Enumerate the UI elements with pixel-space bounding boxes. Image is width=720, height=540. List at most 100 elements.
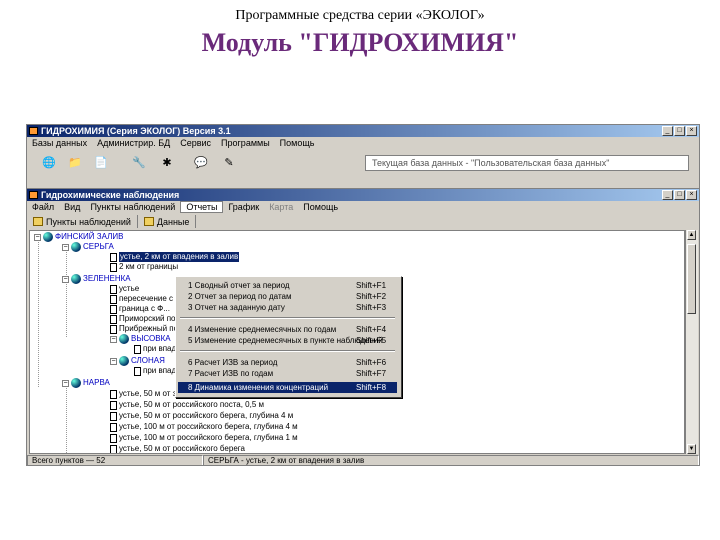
- data-icon: [143, 217, 154, 226]
- tree-leaf[interactable]: устье, 100 м от российского берега, глуб…: [110, 433, 298, 443]
- minimize-icon[interactable]: _: [662, 126, 673, 136]
- app-icon: [29, 127, 38, 135]
- globe-icon: [119, 334, 129, 344]
- tree-node[interactable]: − ФИНСКИЙ ЗАЛИВ: [34, 232, 123, 242]
- globe-tool-icon[interactable]: 🌐: [41, 154, 57, 170]
- status-bar: Всего пунктов — 52 СЕРЬГА - устье, 2 км …: [27, 455, 699, 465]
- chat-icon[interactable]: 💬: [193, 154, 209, 170]
- tree-leaf[interactable]: граница с Ф...: [110, 304, 170, 314]
- scroll-down-icon[interactable]: ▼: [687, 444, 696, 454]
- collapse-icon[interactable]: −: [110, 335, 117, 343]
- report-item-2[interactable]: 2 Отчет за период по датам Shift+F2: [178, 291, 397, 302]
- collapse-icon[interactable]: −: [34, 233, 41, 241]
- menu-admin[interactable]: Администрир. БД: [92, 137, 175, 149]
- tree-line: [66, 385, 67, 453]
- document-icon: [110, 411, 117, 421]
- menu-map[interactable]: Карта: [264, 201, 298, 213]
- document-icon: [110, 444, 117, 453]
- menu-separator: [180, 350, 395, 352]
- tree-node[interactable]: − СЕРЬГА: [62, 242, 114, 252]
- tree-leaf[interactable]: устье: [110, 284, 139, 294]
- child-titlebar: Гидрохимические наблюдения _ □ ×: [27, 189, 699, 201]
- child-maximize-icon[interactable]: □: [674, 190, 685, 200]
- app-window: ГИДРОХИМИЯ (Серия ЭКОЛОГ) Версия 3.1 _ □…: [26, 124, 700, 466]
- menu-view[interactable]: Вид: [59, 201, 85, 213]
- points-tool-button[interactable]: Пункты наблюдений: [27, 215, 138, 228]
- report-item-3[interactable]: 3 Отчет на заданную дату Shift+F3: [178, 302, 397, 313]
- menu-databases[interactable]: Базы данных: [27, 137, 92, 149]
- menu-points[interactable]: Пункты наблюдений: [85, 201, 180, 213]
- menu-child-help[interactable]: Помощь: [298, 201, 343, 213]
- status-selected: СЕРЬГА - устье, 2 км от впадения в залив: [203, 455, 699, 465]
- data-tool-button[interactable]: Данные: [138, 215, 197, 228]
- child-menubar: Файл Вид Пункты наблюдений Отчеты График…: [27, 201, 699, 213]
- child-close-icon[interactable]: ×: [686, 190, 697, 200]
- tree-node[interactable]: − ЗЕЛЕНЕНКА: [62, 274, 131, 284]
- tree-leaf[interactable]: устье, 100 м от российского берега, глуб…: [110, 422, 298, 432]
- maximize-icon[interactable]: □: [674, 126, 685, 136]
- globe-icon: [71, 378, 81, 388]
- slide-heading: Модуль "ГИДРОХИМИЯ": [201, 28, 519, 57]
- document-icon: [110, 262, 117, 272]
- globe-icon: [71, 274, 81, 284]
- tree-leaf[interactable]: устье, 2 км от впадения в залив: [110, 252, 240, 262]
- tree-node[interactable]: − ВЫСОВКА: [110, 334, 171, 344]
- data-tool-label: Данные: [156, 216, 190, 227]
- tree-node[interactable]: − НАРВА: [62, 378, 110, 388]
- tree-leaf[interactable]: устье, 50 м от российского берега, глуби…: [110, 411, 293, 421]
- child-title: Гидрохимические наблюдения: [41, 190, 180, 200]
- pen-icon[interactable]: ✎: [221, 154, 237, 170]
- globe-icon: [43, 232, 53, 242]
- document-icon: [110, 294, 117, 304]
- menu-file[interactable]: Файл: [27, 201, 59, 213]
- scroll-up-icon[interactable]: ▲: [687, 230, 696, 240]
- collapse-icon[interactable]: −: [62, 243, 69, 251]
- tree-leaf[interactable]: Приморский пост: [110, 314, 183, 324]
- menu-reports[interactable]: Отчеты: [180, 201, 224, 213]
- tree-line: [38, 237, 39, 387]
- app-titlebar: ГИДРОХИМИЯ (Серия ЭКОЛОГ) Версия 3.1 _ □…: [27, 125, 699, 137]
- report-item-4[interactable]: 4 Изменение среднемесячных по годам Shift…: [178, 324, 397, 335]
- document-icon: [134, 366, 141, 376]
- points-tool-label: Пункты наблюдений: [46, 216, 131, 227]
- menu-service[interactable]: Сервис: [175, 137, 216, 149]
- child-toolbar: Пункты наблюдений Данные: [27, 214, 699, 229]
- wrench-icon[interactable]: 🔧: [131, 154, 147, 170]
- document-icon: [110, 400, 117, 410]
- report-item-6[interactable]: 6 Расчет ИЗВ за период Shift+F6: [178, 357, 397, 368]
- slide-caption: Программные средства серии «ЭКОЛОГ»: [235, 8, 485, 23]
- tree-leaf[interactable]: пересечение с ...: [110, 294, 182, 304]
- close-icon[interactable]: ×: [686, 126, 697, 136]
- globe-icon: [119, 356, 129, 366]
- collapse-icon[interactable]: −: [62, 275, 69, 283]
- tree-line: [66, 281, 67, 337]
- collapse-icon[interactable]: −: [62, 379, 69, 387]
- globe-icon: [71, 242, 81, 252]
- tree-scrollbar[interactable]: ▲ ▼: [685, 230, 698, 454]
- document-icon: [110, 304, 117, 314]
- collapse-icon[interactable]: −: [110, 357, 117, 365]
- tree-node[interactable]: − СЛОНАЯ: [110, 356, 165, 366]
- report-item-7[interactable]: 7 Расчет ИЗВ по годам Shift+F7: [178, 368, 397, 379]
- menu-programs[interactable]: Программы: [216, 137, 275, 149]
- document-icon: [134, 344, 141, 354]
- tree-leaf[interactable]: устье, 50 м от российского берега: [110, 444, 245, 453]
- menu-graph[interactable]: График: [223, 201, 264, 213]
- menu-help[interactable]: Помощь: [275, 137, 320, 149]
- star-icon[interactable]: ✱: [159, 154, 175, 170]
- document-icon: [110, 422, 117, 432]
- tree-leaf[interactable]: устье, 50 м от российского поста, 0,5 м: [110, 400, 264, 410]
- document-icon: [110, 252, 117, 262]
- status-count: Всего пунктов — 52: [27, 455, 203, 465]
- current-db-label: Текущая база данных - "Пользовательская …: [372, 158, 610, 168]
- report-item-8[interactable]: 8 Динамика изменения концентраций Shift+F…: [178, 382, 397, 393]
- document-icon[interactable]: 📄: [93, 154, 109, 170]
- current-db-field: Текущая база данных - "Пользовательская …: [365, 155, 689, 171]
- folder-icon[interactable]: 📁: [67, 154, 83, 170]
- child-minimize-icon[interactable]: _: [662, 190, 673, 200]
- tree-leaf[interactable]: 2 км от границы: [110, 262, 178, 272]
- report-item-1[interactable]: 1 Сводный отчет за период Shift+F1: [178, 280, 397, 291]
- document-icon: [110, 433, 117, 443]
- scroll-thumb[interactable]: [687, 244, 696, 314]
- report-item-5[interactable]: 5 Изменение среднемесячных в пункте набл…: [178, 335, 397, 346]
